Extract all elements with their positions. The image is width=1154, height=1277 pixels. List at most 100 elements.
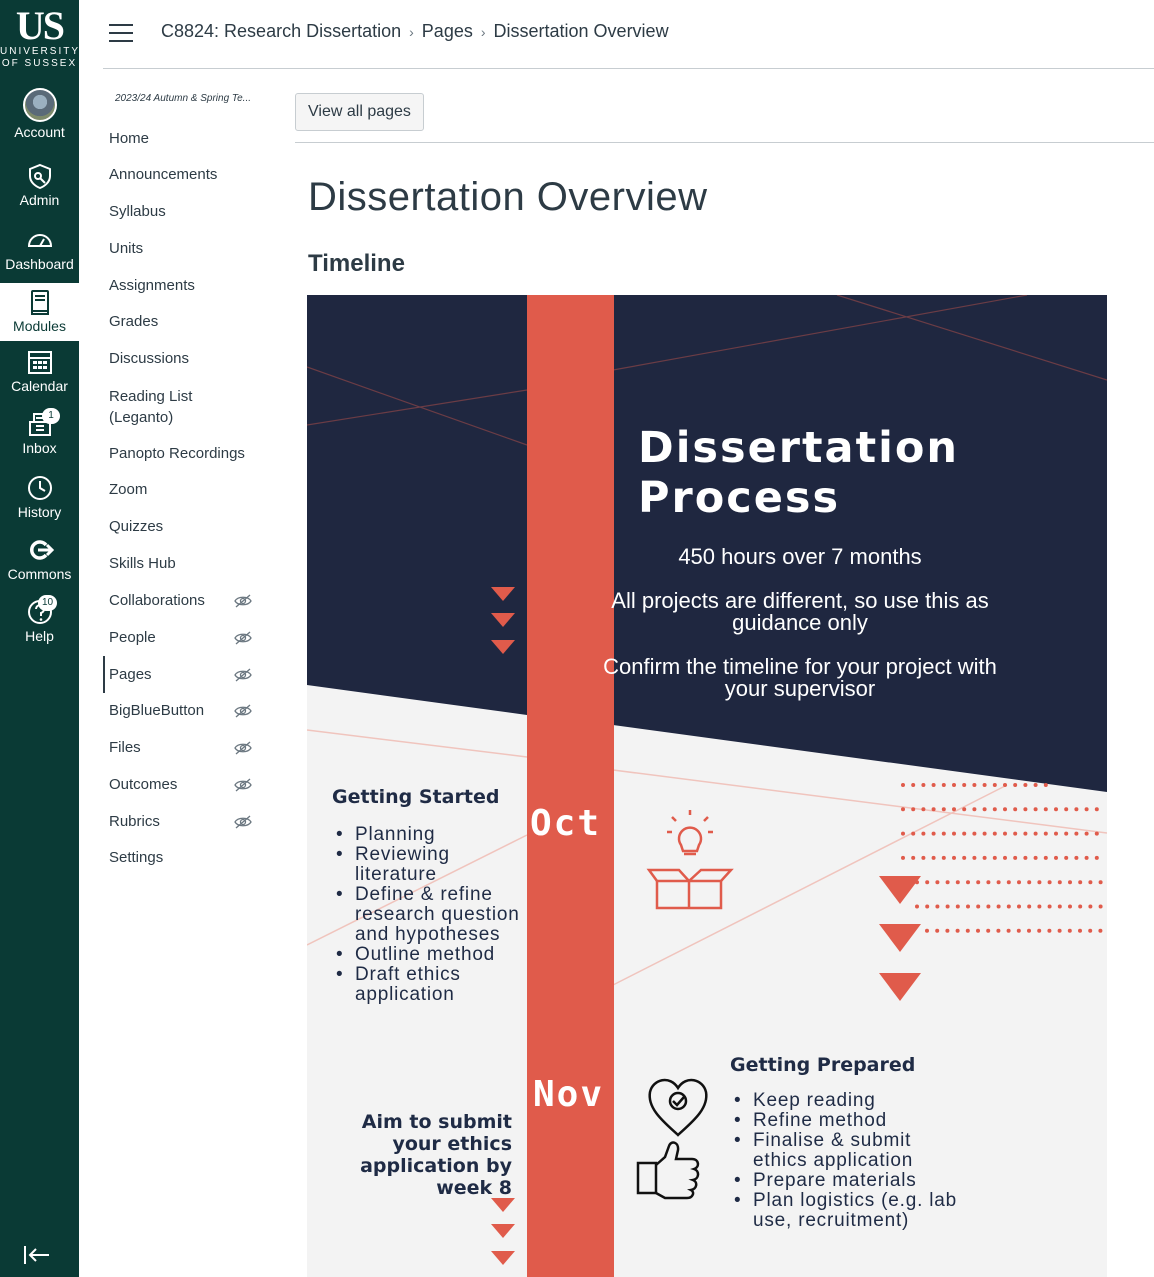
course-nav-reading-list[interactable]: Reading List (Leganto) bbox=[103, 386, 223, 428]
global-nav-help[interactable]: 10 Help bbox=[0, 595, 79, 644]
global-nav-dashboard[interactable]: Dashboard bbox=[0, 226, 79, 272]
decor-dot bbox=[941, 807, 946, 812]
header-divider bbox=[103, 68, 1154, 69]
global-nav-calendar[interactable]: Calendar bbox=[0, 348, 79, 394]
decor-dot bbox=[1023, 807, 1028, 812]
decor-dot bbox=[1068, 904, 1072, 909]
course-nav-label: Grades bbox=[109, 313, 159, 330]
decor-dot bbox=[965, 928, 970, 933]
course-nav-discussions[interactable]: Discussions bbox=[103, 349, 189, 369]
decor-dot bbox=[1033, 807, 1038, 812]
course-nav-settings[interactable]: Settings bbox=[103, 848, 163, 868]
course-nav-bigbluebutton[interactable]: BigBlueButton bbox=[103, 701, 263, 721]
decor-dot bbox=[931, 783, 936, 787]
breadcrumb-course[interactable]: C8824: Research Dissertation bbox=[161, 21, 401, 41]
decor-dot bbox=[1094, 855, 1099, 860]
decor-dot bbox=[986, 928, 991, 933]
decor-dot bbox=[1043, 783, 1048, 787]
decor-dot bbox=[945, 880, 950, 885]
getting-started-title: Getting Started bbox=[332, 786, 500, 808]
global-nav-modules[interactable]: Modules bbox=[0, 283, 79, 341]
global-nav-commons[interactable]: Commons bbox=[0, 536, 79, 582]
list-item: Prepare materials bbox=[730, 1171, 970, 1192]
course-nav-label: Files bbox=[109, 739, 141, 756]
decor-dot bbox=[925, 880, 930, 885]
decor-dot bbox=[1027, 928, 1031, 933]
decor-dot bbox=[1013, 783, 1018, 787]
hidden-eye-icon bbox=[234, 668, 252, 682]
list-item: Finalise & submit ethics application bbox=[730, 1131, 970, 1171]
hidden-eye-icon bbox=[234, 741, 252, 755]
course-nav-collaborations[interactable]: Collaborations bbox=[103, 591, 263, 611]
course-nav-label: BigBlueButton bbox=[109, 702, 205, 719]
decor-dot bbox=[972, 831, 977, 836]
global-nav-inbox[interactable]: 1 Inbox bbox=[0, 408, 79, 456]
decor-dot bbox=[941, 855, 946, 860]
decor-dot bbox=[1027, 904, 1032, 909]
course-nav-grades[interactable]: Grades bbox=[103, 312, 158, 332]
decor-dot bbox=[1023, 783, 1028, 787]
collapse-nav-icon[interactable] bbox=[22, 1244, 52, 1266]
decor-dot bbox=[982, 807, 987, 812]
decor-dot bbox=[952, 831, 956, 836]
global-nav-admin[interactable]: Admin bbox=[0, 162, 79, 208]
global-nav-account[interactable]: Account bbox=[0, 88, 79, 140]
page-title: Dissertation Overview bbox=[308, 175, 708, 219]
course-nav-label: Units bbox=[109, 240, 144, 257]
decor-dot bbox=[911, 783, 916, 787]
decor-dot bbox=[1006, 880, 1011, 885]
global-navigation: US UNIVERSITY OF SUSSEX Account Admin Da… bbox=[0, 0, 79, 1277]
decor-dot bbox=[915, 904, 919, 909]
decor-dot bbox=[992, 855, 997, 860]
course-menu-toggle-icon[interactable] bbox=[109, 24, 133, 44]
decor-dot bbox=[982, 831, 987, 836]
course-nav-outcomes[interactable]: Outcomes bbox=[103, 775, 263, 795]
course-nav-files[interactable]: Files bbox=[103, 738, 263, 758]
decor-dot bbox=[931, 855, 936, 860]
course-nav-syllabus[interactable]: Syllabus bbox=[103, 202, 166, 222]
view-all-pages-button[interactable]: View all pages bbox=[295, 93, 424, 131]
course-nav-assignments[interactable]: Assignments bbox=[103, 276, 195, 296]
course-nav-people[interactable]: People bbox=[103, 628, 263, 648]
decor-dot bbox=[962, 807, 967, 812]
decor-dot bbox=[1057, 904, 1062, 909]
course-nav-label: Outcomes bbox=[109, 776, 178, 793]
decor-dot bbox=[966, 880, 970, 885]
course-nav-label: Home bbox=[109, 130, 150, 147]
hidden-eye-icon bbox=[234, 778, 252, 792]
course-nav-pages[interactable]: Pages bbox=[103, 656, 263, 693]
decor-dot bbox=[1037, 880, 1042, 885]
decor-dot bbox=[1078, 904, 1083, 909]
course-nav-quizzes[interactable]: Quizzes bbox=[103, 517, 163, 537]
course-nav-label: Skills Hub bbox=[109, 555, 176, 572]
decor-dot bbox=[1098, 880, 1103, 885]
decor-dot bbox=[1013, 855, 1018, 860]
course-nav-label: Zoom bbox=[109, 481, 148, 498]
decor-dot bbox=[911, 807, 916, 812]
course-nav-units[interactable]: Units bbox=[103, 239, 143, 259]
decor-dot bbox=[1003, 807, 1007, 812]
decor-dot bbox=[955, 880, 960, 885]
decor-dot bbox=[1006, 928, 1011, 933]
getting-started-list: Planning Reviewing literature Define & r… bbox=[332, 825, 527, 1005]
course-nav-home[interactable]: Home bbox=[103, 129, 149, 149]
decor-dot bbox=[1003, 831, 1007, 836]
down-arrows-bottom bbox=[491, 1198, 515, 1265]
decor-dot bbox=[1088, 928, 1093, 933]
course-nav-panopto[interactable]: Panopto Recordings bbox=[103, 444, 245, 464]
course-nav-announcements[interactable]: Announcements bbox=[103, 165, 217, 185]
infographic-title-line1: Dissertation bbox=[638, 423, 960, 473]
global-nav-label: Modules bbox=[13, 318, 66, 334]
breadcrumb-pages[interactable]: Pages bbox=[422, 21, 473, 41]
course-nav-skills-hub[interactable]: Skills Hub bbox=[103, 554, 176, 574]
ethics-deadline-note: Aim to submit your ethics application by… bbox=[360, 1111, 512, 1199]
global-nav-history[interactable]: History bbox=[0, 474, 79, 520]
course-nav-rubrics[interactable]: Rubrics bbox=[103, 812, 263, 832]
navy-panel-left bbox=[307, 295, 527, 715]
course-nav-label: Quizzes bbox=[109, 518, 164, 535]
global-nav-label: Calendar bbox=[11, 378, 68, 394]
decor-dot bbox=[1037, 904, 1042, 909]
university-logo[interactable]: US UNIVERSITY OF SUSSEX bbox=[0, 6, 79, 70]
course-nav-label: Collaborations bbox=[109, 592, 205, 609]
course-nav-zoom[interactable]: Zoom bbox=[103, 480, 147, 500]
